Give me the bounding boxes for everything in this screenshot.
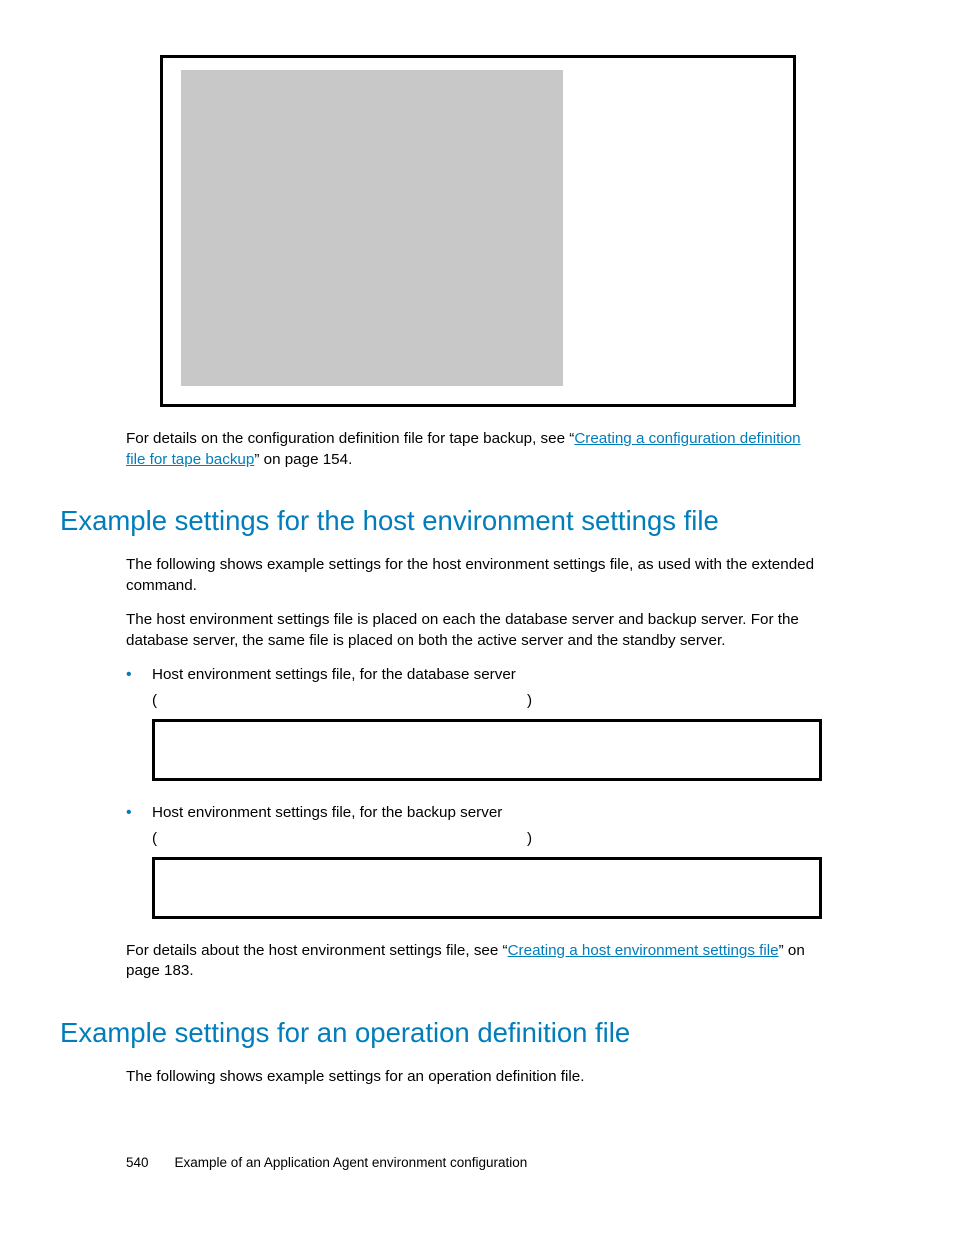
bullet-list: • Host environment settings file, for th… — [126, 665, 824, 919]
list-item: • Host environment settings file, for th… — [126, 803, 824, 919]
code-box — [152, 857, 822, 919]
para: The following shows example settings for… — [126, 555, 824, 596]
heading-host-env: Example settings for the host environmen… — [60, 504, 824, 537]
figure-placeholder — [181, 70, 563, 386]
para-tape-backup: For details on the configuration definit… — [126, 429, 824, 470]
figure-frame — [160, 55, 796, 407]
list-item: • Host environment settings file, for th… — [126, 665, 824, 781]
section-body: The following shows example settings for… — [126, 1067, 824, 1088]
para: The host environment settings file is pl… — [126, 610, 824, 651]
paren-row: ( ) — [152, 692, 532, 709]
text: For details on the configuration definit… — [126, 430, 574, 447]
text: For details about the host environment s… — [126, 942, 508, 959]
link-host-env-file[interactable]: Creating a host environment settings fil… — [508, 942, 779, 959]
para: The following shows example settings for… — [126, 1067, 824, 1088]
page: For details on the configuration definit… — [0, 0, 954, 1235]
heading-operation-def: Example settings for an operation defini… — [60, 1016, 824, 1049]
bullet-icon: • — [126, 665, 152, 686]
bullet-label: Host environment settings file, for the … — [152, 803, 502, 824]
page-footer: 540 Example of an Application Agent envir… — [126, 1155, 527, 1170]
section-body: The following shows example settings for… — [126, 555, 824, 651]
right-paren: ) — [527, 692, 532, 709]
right-paren: ) — [527, 830, 532, 847]
code-box — [152, 719, 822, 781]
para-host-env-details: For details about the host environment s… — [126, 941, 824, 982]
page-number: 540 — [126, 1155, 149, 1170]
left-paren: ( — [152, 830, 157, 847]
text: ” on page 154. — [254, 451, 352, 468]
bullet-icon: • — [126, 803, 152, 824]
bullet-label: Host environment settings file, for the … — [152, 665, 516, 686]
paren-row: ( ) — [152, 830, 532, 847]
footer-title: Example of an Application Agent environm… — [175, 1155, 528, 1170]
left-paren: ( — [152, 692, 157, 709]
